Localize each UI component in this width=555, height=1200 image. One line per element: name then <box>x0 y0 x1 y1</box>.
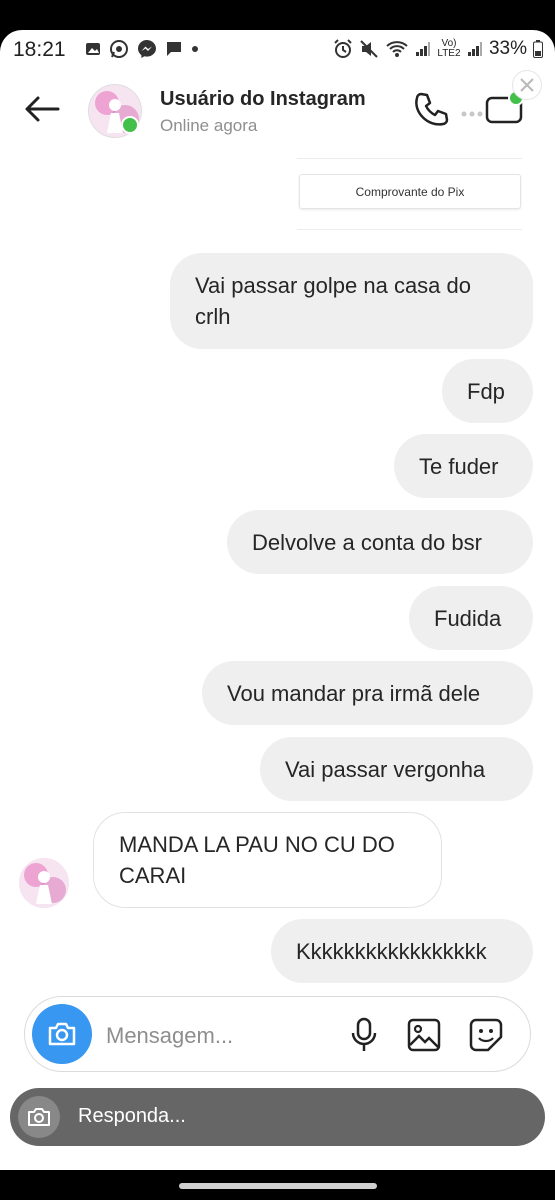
camera-icon <box>28 1108 50 1126</box>
message-bubble[interactable]: Te fuder <box>394 434 533 498</box>
battery-icon <box>533 40 543 58</box>
back-arrow-icon[interactable] <box>22 94 62 124</box>
contact-name[interactable]: Usuário do Instagram <box>160 88 366 111</box>
signal-icon <box>415 42 430 56</box>
image-notification-icon <box>86 43 100 55</box>
wifi-icon <box>386 41 408 57</box>
receipt-button[interactable]: Comprovante do Pix <box>299 174 521 209</box>
phone-icon[interactable] <box>412 90 450 128</box>
system-icons: Vo) LTE2 33% <box>333 38 543 60</box>
status-time: 18:21 <box>13 38 66 61</box>
camera-button[interactable] <box>32 1004 92 1064</box>
quick-reply-placeholder: Responda... <box>78 1105 186 1127</box>
avatar-image <box>19 858 69 908</box>
status-bar: 18:21 Vo) LTE2 33% <box>0 30 555 68</box>
microphone-icon[interactable] <box>347 1017 381 1053</box>
message-notification-icon <box>167 42 181 56</box>
quick-reply-camera-button[interactable] <box>18 1096 60 1138</box>
home-indicator[interactable] <box>179 1183 377 1189</box>
volte-label: Vo) LTE2 <box>437 38 461 59</box>
more-dots-icon <box>461 111 483 117</box>
shared-post[interactable]: Comprovante do Pix <box>297 158 522 230</box>
message-bubble[interactable]: Vai passar vergonha <box>260 737 533 801</box>
close-icon <box>520 78 534 92</box>
message-input[interactable] <box>104 1017 328 1055</box>
mute-icon <box>360 40 378 58</box>
online-indicator <box>121 116 139 134</box>
chat-header: Usuário do Instagram Online agora <box>0 70 555 146</box>
messenger-icon <box>138 40 156 58</box>
notification-icons <box>85 39 199 59</box>
battery-percent: 33% <box>488 38 527 59</box>
gallery-icon[interactable] <box>406 1017 442 1053</box>
chat-screen: 18:21 Vo) LTE2 33% Usuário do Instagram … <box>0 30 555 1170</box>
signal-2-icon <box>467 42 482 56</box>
sender-avatar[interactable] <box>19 858 69 908</box>
dot-icon <box>192 46 198 52</box>
alarm-icon <box>334 39 352 58</box>
camera-icon <box>48 1022 76 1046</box>
sticker-icon[interactable] <box>468 1017 504 1053</box>
whatsapp-icon <box>110 40 128 58</box>
message-bubble[interactable]: Fdp <box>442 359 533 423</box>
message-bubble[interactable]: Delvolve a conta do bsr <box>227 510 533 574</box>
message-composer <box>24 996 531 1072</box>
contact-status: Online agora <box>160 116 258 135</box>
message-bubble-incoming[interactable]: MANDA LA PAU NO CU DO CARAI <box>93 812 442 908</box>
message-bubble[interactable]: Fudida <box>409 586 533 650</box>
message-bubble[interactable]: Vou mandar pra irmã dele <box>202 661 533 725</box>
quick-reply-bar[interactable]: Responda... <box>10 1088 545 1146</box>
close-overlay-button[interactable] <box>512 70 542 100</box>
message-bubble[interactable]: Vai passar golpe na casa do crlh <box>170 253 533 349</box>
message-bubble[interactable]: Kkkkkkkkkkkkkkkkk <box>271 919 533 983</box>
